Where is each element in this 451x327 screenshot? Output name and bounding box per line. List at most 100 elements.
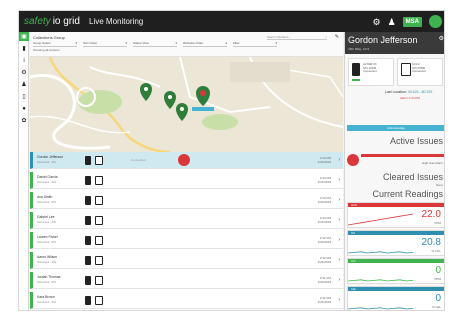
reading-unit: PPM xyxy=(434,277,441,281)
worker-row-name: Aaron Wilson xyxy=(37,255,58,259)
rail-item-users[interactable]: ♟ xyxy=(19,80,29,89)
worker-row[interactable]: Jordan Thomas Instrument - S/N 2:31 PM 1/24… xyxy=(30,272,343,289)
rail-item-reports[interactable]: ▯ xyxy=(19,92,29,101)
worker-row[interactable]: Daniel Garcia Instrument - S/N 2:33 PM 1/24… xyxy=(30,172,343,189)
reading-card[interactable]: CO 0 PPM xyxy=(347,258,444,284)
map-markers xyxy=(140,83,214,121)
device-card-1[interactable]: ALTAIR 4X S/N 12345 Connected xyxy=(348,58,394,86)
rail-item-config[interactable]: ✿ xyxy=(19,116,29,125)
phone-icon xyxy=(85,276,91,285)
last-location-link[interactable]: 40.423, -80.225 xyxy=(408,90,433,94)
filter-select-filter[interactable]: Filter ▾ xyxy=(233,41,277,47)
worker-row[interactable]: Gordon Jefferson Instrument - S/N Connecte… xyxy=(30,152,343,169)
last-location: Last Location: 40.423, -80.225 xyxy=(385,90,433,94)
org-badge[interactable]: MSA xyxy=(402,16,422,27)
worker-row[interactable]: Gabriel Lee Instrument - S/N 2:33 PM 1/24/2… xyxy=(30,212,343,229)
chevron-right-icon[interactable]: › xyxy=(338,217,340,223)
rail-item-devices[interactable]: ▮ xyxy=(19,44,29,53)
chevron-right-icon[interactable]: › xyxy=(338,277,340,283)
cleared-issues-title: Cleared Issues xyxy=(382,172,443,182)
filter-subtitle: Showing all workers xyxy=(33,48,60,52)
device-card-lines: Grid 2 S/N 67890 Connected xyxy=(412,62,426,74)
map-marker-pin[interactable] xyxy=(164,91,176,109)
current-readings-title: Current Readings xyxy=(372,189,443,199)
reading-card[interactable]: H2S 22.0 PPM xyxy=(347,202,444,228)
worker-row[interactable]: Lauren Fisher Instrument - S/N 2:32 PM 1/24… xyxy=(30,232,343,249)
worker-row-name: Gordon Jefferson xyxy=(37,155,64,159)
top-bar: safety io grid Live Monitoring ⚙ ♟ MSA xyxy=(19,11,444,32)
tablet-icon xyxy=(95,196,103,205)
filter-select-sort[interactable]: Sort Order ▾ xyxy=(83,41,127,47)
app-window: safety io grid Live Monitoring ⚙ ♟ MSA ▣ … xyxy=(18,10,445,311)
gear-icon[interactable]: ⚙ xyxy=(439,35,444,42)
chevron-down-icon: ▾ xyxy=(275,41,277,45)
search-placeholder: Search Workers... xyxy=(267,35,291,39)
filter-row: Group Select ▾ Sort Order ▾ Status View ▾ W… xyxy=(33,41,277,47)
chevron-down-icon: ▾ xyxy=(225,41,227,45)
chevron-down-icon: ▾ xyxy=(75,41,77,45)
map-marker-pin[interactable] xyxy=(140,83,152,101)
phone-icon xyxy=(85,256,91,265)
worker-row[interactable]: Aaron Wilson Instrument - S/N 2:32 PM 1/24/… xyxy=(30,252,343,269)
reading-value: 0 xyxy=(435,293,441,304)
filter-title: Collections Group xyxy=(33,35,65,40)
logo-brand-second: io grid xyxy=(52,16,80,27)
reading-unit: PPM xyxy=(434,221,441,225)
map-marker-alert[interactable] xyxy=(196,86,210,106)
left-rail: ▣ ▮ i ⚙ ♟ ▯ ● ✿ xyxy=(19,32,29,310)
device-icon: ▮ xyxy=(22,46,26,52)
phone-icon xyxy=(85,196,91,205)
tablet-icon xyxy=(95,176,103,185)
worker-row-date: 1/24/2019 xyxy=(317,240,331,244)
device-card-2[interactable]: Grid 2 S/N 67890 Connected xyxy=(397,58,443,86)
rail-item-settings[interactable]: ⚙ xyxy=(19,68,29,77)
filter-select-status[interactable]: Status View ▾ xyxy=(133,41,177,47)
filter-select-worksite[interactable]: Worksite Order ▾ xyxy=(183,41,227,47)
worker-row[interactable]: Kara Brown Instrument - S/N 2:31 PM 1/24/20… xyxy=(30,292,343,309)
sparkline-graphic xyxy=(348,307,414,310)
filter-select-group[interactable]: Group Select ▾ xyxy=(33,41,77,47)
search-input[interactable]: Search Workers... ⌕ xyxy=(267,35,327,40)
chevron-right-icon[interactable]: › xyxy=(338,197,340,203)
rail-item-map[interactable]: ▣ xyxy=(19,32,29,41)
tablet-icon xyxy=(95,256,103,265)
pin-icon[interactable]: ✎ xyxy=(335,34,339,40)
chevron-down-icon: ▾ xyxy=(175,41,177,45)
alert-icon[interactable] xyxy=(178,154,190,166)
user-icon[interactable]: ♟ xyxy=(388,16,396,28)
phone-icon xyxy=(85,156,91,165)
chevron-right-icon[interactable]: › xyxy=(338,237,340,243)
chevron-right-icon[interactable]: › xyxy=(338,157,340,163)
device-card-lines: ALTAIR 4X S/N 12345 Connected xyxy=(363,62,377,74)
worker-row-name: Ava Smith xyxy=(37,195,53,199)
worker-row-time: 2:33 PM 1/24/2019 xyxy=(318,176,331,184)
settings-icon[interactable]: ⚙ xyxy=(373,16,381,28)
issue-bar[interactable] xyxy=(361,154,444,157)
chevron-right-icon[interactable]: › xyxy=(338,297,340,303)
worker-row-date: 1/24/2019 xyxy=(317,200,331,204)
phone-icon xyxy=(85,236,91,245)
tablet-icon xyxy=(95,276,103,285)
rail-item-info[interactable]: i xyxy=(19,56,29,65)
reading-card[interactable]: LEL 0% LEL xyxy=(347,286,444,310)
map-marker-label xyxy=(192,107,214,111)
rail-item-messages[interactable]: ● xyxy=(19,104,29,113)
chevron-right-icon[interactable]: › xyxy=(338,257,340,263)
worker-row-name: Jordan Thomas xyxy=(37,275,61,279)
acknowledge-button[interactable]: Acknowledge xyxy=(347,125,444,131)
map-view[interactable] xyxy=(30,57,343,152)
worker-row-sub: Instrument - S/N xyxy=(37,201,56,204)
tablet-icon xyxy=(95,296,103,305)
person-icon: ♟ xyxy=(21,82,27,88)
reading-value: 22.0 xyxy=(421,209,441,220)
chevron-right-icon[interactable]: › xyxy=(338,177,340,183)
worker-row-sub: Instrument - S/N xyxy=(37,221,56,224)
map-marker-pin[interactable] xyxy=(176,103,188,121)
sparkline-graphic xyxy=(348,279,414,282)
phone-icon xyxy=(85,176,91,185)
info-icon: i xyxy=(23,57,25,64)
main-panel: Collections Group Group Select ▾ Sort Ord… xyxy=(30,32,343,310)
active-issue-text: High Gas Alarm xyxy=(421,161,443,165)
reading-card[interactable]: O2 20.8% VOL xyxy=(347,230,444,256)
worker-row[interactable]: Ava Smith Instrument - S/N 2:33 PM 1/24/201… xyxy=(30,192,343,209)
